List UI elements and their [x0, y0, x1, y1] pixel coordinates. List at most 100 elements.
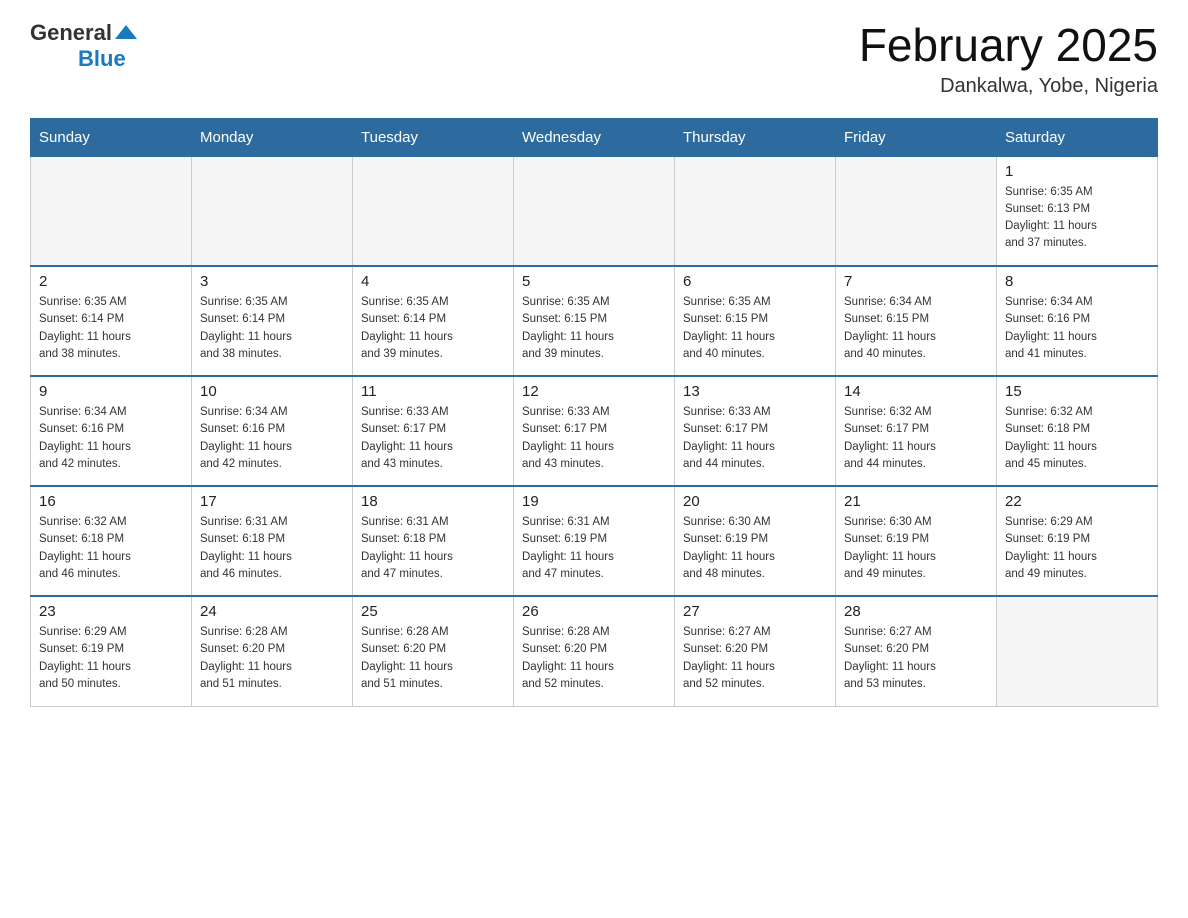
logo: General Blue: [30, 20, 137, 72]
calendar-week-row: 1 Sunrise: 6:35 AMSunset: 6:13 PMDaylight…: [31, 156, 1158, 266]
day-of-week-header: Wednesday: [514, 118, 675, 156]
day-of-week-header: Monday: [192, 118, 353, 156]
calendar-week-row: 16 Sunrise: 6:32 AMSunset: 6:18 PMDayligh…: [31, 486, 1158, 596]
day-number: 16: [39, 493, 183, 510]
day-info: Sunrise: 6:29 AMSunset: 6:19 PMDaylight:…: [1005, 514, 1149, 583]
day-of-week-header: Thursday: [675, 118, 836, 156]
calendar-cell: 14 Sunrise: 6:32 AMSunset: 6:17 PMDayligh…: [836, 376, 997, 486]
day-info: Sunrise: 6:31 AMSunset: 6:19 PMDaylight:…: [522, 514, 666, 583]
day-number: 26: [522, 603, 666, 620]
day-number: 19: [522, 493, 666, 510]
day-number: 22: [1005, 493, 1149, 510]
calendar-cell: 19 Sunrise: 6:31 AMSunset: 6:19 PMDayligh…: [514, 486, 675, 596]
day-of-week-header: Sunday: [31, 118, 192, 156]
calendar-cell: [997, 596, 1158, 706]
logo-triangle-icon: [115, 25, 137, 41]
day-info: Sunrise: 6:32 AMSunset: 6:18 PMDaylight:…: [39, 514, 183, 583]
calendar-cell: [192, 156, 353, 266]
day-of-week-header: Friday: [836, 118, 997, 156]
day-info: Sunrise: 6:33 AMSunset: 6:17 PMDaylight:…: [522, 404, 666, 473]
calendar-cell: 1 Sunrise: 6:35 AMSunset: 6:13 PMDaylight…: [997, 156, 1158, 266]
day-info: Sunrise: 6:34 AMSunset: 6:16 PMDaylight:…: [1005, 294, 1149, 363]
day-info: Sunrise: 6:30 AMSunset: 6:19 PMDaylight:…: [683, 514, 827, 583]
day-info: Sunrise: 6:32 AMSunset: 6:18 PMDaylight:…: [1005, 404, 1149, 473]
calendar-cell: 24 Sunrise: 6:28 AMSunset: 6:20 PMDayligh…: [192, 596, 353, 706]
day-number: 8: [1005, 273, 1149, 290]
calendar-cell: 4 Sunrise: 6:35 AMSunset: 6:14 PMDaylight…: [353, 266, 514, 376]
day-of-week-header: Tuesday: [353, 118, 514, 156]
day-info: Sunrise: 6:35 AMSunset: 6:14 PMDaylight:…: [361, 294, 505, 363]
calendar-cell: [675, 156, 836, 266]
day-info: Sunrise: 6:35 AMSunset: 6:14 PMDaylight:…: [39, 294, 183, 363]
day-info: Sunrise: 6:35 AMSunset: 6:13 PMDaylight:…: [1005, 184, 1149, 253]
day-number: 14: [844, 383, 988, 400]
day-info: Sunrise: 6:28 AMSunset: 6:20 PMDaylight:…: [522, 624, 666, 693]
day-of-week-header: Saturday: [997, 118, 1158, 156]
calendar-header-row: SundayMondayTuesdayWednesdayThursdayFrid…: [31, 118, 1158, 156]
day-info: Sunrise: 6:30 AMSunset: 6:19 PMDaylight:…: [844, 514, 988, 583]
page-header: General Blue February 2025 Dankalwa, Yob…: [30, 20, 1158, 98]
day-info: Sunrise: 6:32 AMSunset: 6:17 PMDaylight:…: [844, 404, 988, 473]
day-number: 5: [522, 273, 666, 290]
calendar-cell: 3 Sunrise: 6:35 AMSunset: 6:14 PMDaylight…: [192, 266, 353, 376]
day-number: 7: [844, 273, 988, 290]
day-info: Sunrise: 6:28 AMSunset: 6:20 PMDaylight:…: [200, 624, 344, 693]
day-number: 27: [683, 603, 827, 620]
calendar-week-row: 23 Sunrise: 6:29 AMSunset: 6:19 PMDayligh…: [31, 596, 1158, 706]
day-number: 11: [361, 383, 505, 400]
calendar-cell: 12 Sunrise: 6:33 AMSunset: 6:17 PMDayligh…: [514, 376, 675, 486]
day-number: 28: [844, 603, 988, 620]
day-number: 3: [200, 273, 344, 290]
calendar-cell: 7 Sunrise: 6:34 AMSunset: 6:15 PMDaylight…: [836, 266, 997, 376]
calendar-cell: [31, 156, 192, 266]
day-number: 9: [39, 383, 183, 400]
calendar-cell: 22 Sunrise: 6:29 AMSunset: 6:19 PMDayligh…: [997, 486, 1158, 596]
day-info: Sunrise: 6:29 AMSunset: 6:19 PMDaylight:…: [39, 624, 183, 693]
calendar-week-row: 2Sunrise: 6:35 AMSunset: 6:14 PMDaylight…: [31, 266, 1158, 376]
calendar-week-row: 9 Sunrise: 6:34 AMSunset: 6:16 PMDaylight…: [31, 376, 1158, 486]
day-number: 15: [1005, 383, 1149, 400]
day-info: Sunrise: 6:34 AMSunset: 6:15 PMDaylight:…: [844, 294, 988, 363]
day-info: Sunrise: 6:34 AMSunset: 6:16 PMDaylight:…: [39, 404, 183, 473]
day-info: Sunrise: 6:33 AMSunset: 6:17 PMDaylight:…: [361, 404, 505, 473]
day-info: Sunrise: 6:28 AMSunset: 6:20 PMDaylight:…: [361, 624, 505, 693]
day-number: 12: [522, 383, 666, 400]
calendar-cell: 21Sunrise: 6:30 AMSunset: 6:19 PMDayligh…: [836, 486, 997, 596]
calendar-table: SundayMondayTuesdayWednesdayThursdayFrid…: [30, 118, 1158, 707]
calendar-cell: 18 Sunrise: 6:31 AMSunset: 6:18 PMDayligh…: [353, 486, 514, 596]
calendar-cell: 11 Sunrise: 6:33 AMSunset: 6:17 PMDayligh…: [353, 376, 514, 486]
day-number: 1: [1005, 163, 1149, 180]
day-number: 18: [361, 493, 505, 510]
calendar-cell: 23 Sunrise: 6:29 AMSunset: 6:19 PMDayligh…: [31, 596, 192, 706]
calendar-title: February 2025: [859, 20, 1158, 71]
day-info: Sunrise: 6:35 AMSunset: 6:15 PMDaylight:…: [522, 294, 666, 363]
day-info: Sunrise: 6:33 AMSunset: 6:17 PMDaylight:…: [683, 404, 827, 473]
day-info: Sunrise: 6:34 AMSunset: 6:16 PMDaylight:…: [200, 404, 344, 473]
calendar-cell: 5 Sunrise: 6:35 AMSunset: 6:15 PMDaylight…: [514, 266, 675, 376]
day-number: 24: [200, 603, 344, 620]
logo-blue-text: Blue: [78, 46, 126, 72]
day-number: 25: [361, 603, 505, 620]
calendar-cell: 15 Sunrise: 6:32 AMSunset: 6:18 PMDayligh…: [997, 376, 1158, 486]
day-info: Sunrise: 6:35 AMSunset: 6:14 PMDaylight:…: [200, 294, 344, 363]
day-number: 17: [200, 493, 344, 510]
calendar-cell: [836, 156, 997, 266]
calendar-cell: 17Sunrise: 6:31 AMSunset: 6:18 PMDayligh…: [192, 486, 353, 596]
calendar-cell: 28 Sunrise: 6:27 AMSunset: 6:20 PMDayligh…: [836, 596, 997, 706]
calendar-cell: [353, 156, 514, 266]
day-info: Sunrise: 6:27 AMSunset: 6:20 PMDaylight:…: [683, 624, 827, 693]
day-number: 13: [683, 383, 827, 400]
day-number: 6: [683, 273, 827, 290]
day-number: 4: [361, 273, 505, 290]
logo-general-text: General: [30, 20, 112, 46]
calendar-cell: 10 Sunrise: 6:34 AMSunset: 6:16 PMDayligh…: [192, 376, 353, 486]
calendar-cell: 16 Sunrise: 6:32 AMSunset: 6:18 PMDayligh…: [31, 486, 192, 596]
calendar-cell: 13 Sunrise: 6:33 AMSunset: 6:17 PMDayligh…: [675, 376, 836, 486]
day-number: 10: [200, 383, 344, 400]
day-number: 23: [39, 603, 183, 620]
day-info: Sunrise: 6:31 AMSunset: 6:18 PMDaylight:…: [361, 514, 505, 583]
calendar-cell: 27 Sunrise: 6:27 AMSunset: 6:20 PMDayligh…: [675, 596, 836, 706]
day-number: 20: [683, 493, 827, 510]
day-info: Sunrise: 6:27 AMSunset: 6:20 PMDaylight:…: [844, 624, 988, 693]
calendar-cell: 8 Sunrise: 6:34 AMSunset: 6:16 PMDaylight…: [997, 266, 1158, 376]
